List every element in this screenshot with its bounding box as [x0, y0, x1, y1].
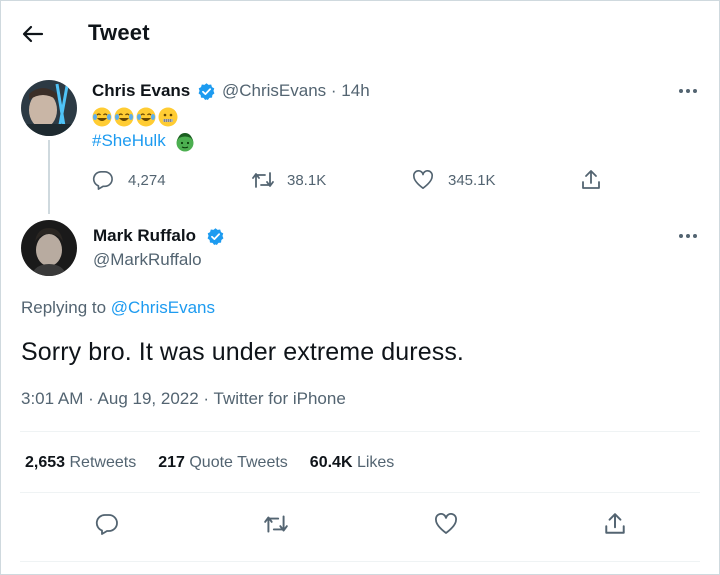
divider — [20, 431, 700, 432]
separator-dot: · — [83, 389, 98, 408]
reply-icon — [95, 514, 118, 535]
face-with-tears-of-joy-icon — [114, 107, 134, 127]
page-header: Tweet — [0, 0, 720, 68]
retweets-stat-label: Retweets — [69, 454, 137, 471]
face-with-tears-of-joy-icon — [136, 107, 156, 127]
retweet-action[interactable]: 38.1K — [251, 170, 326, 190]
more-dot — [679, 234, 683, 238]
author-name[interactable]: Mark Ruffalo — [93, 226, 196, 246]
tweet-timestamp-date[interactable]: Aug 19, 2022 — [98, 389, 199, 408]
emoji-row — [92, 107, 178, 127]
retweets-stat-count: 2,653 — [25, 454, 66, 471]
replying-to-label: Replying to — [21, 298, 107, 317]
likes-stat-label: Likes — [356, 454, 395, 471]
reply-button[interactable] — [93, 510, 121, 538]
zipper-mouth-face-icon — [158, 107, 178, 127]
tweet-text: Sorry bro. It was under extreme duress. — [21, 338, 464, 366]
replying-to-context: Replying to @ChrisEvans — [21, 298, 215, 318]
more-dot — [686, 89, 690, 93]
likes-stat-count: 60.4K — [309, 454, 353, 471]
separator-dot: · — [198, 389, 214, 408]
divider — [20, 492, 700, 493]
retweets-stat[interactable]: 2,653 Retweets — [25, 454, 136, 472]
retweet-icon — [264, 515, 288, 533]
author-handle[interactable]: @MarkRuffalo — [93, 250, 202, 270]
thread-connector-line — [48, 140, 50, 214]
avatar-chris-evans[interactable] — [21, 80, 77, 136]
she-hulk-emoji-icon — [176, 133, 194, 152]
engagement-stats: 2,653 Retweets 217 Quote Tweets 60.4K Li… — [25, 454, 416, 472]
arrow-left-icon — [22, 25, 44, 43]
author-name[interactable]: Chris Evans — [92, 81, 190, 101]
verified-badge-icon — [207, 228, 224, 246]
face-with-tears-of-joy-icon — [92, 107, 112, 127]
avatar-mark-ruffalo[interactable] — [21, 220, 77, 276]
author-handle-and-time[interactable]: @ChrisEvans · 14h — [222, 81, 370, 101]
more-dot — [693, 234, 697, 238]
author-handle[interactable]: @ChrisEvans — [222, 81, 326, 100]
retweet-button[interactable] — [262, 510, 290, 538]
more-options-button[interactable] — [676, 229, 700, 243]
reply-icon — [92, 170, 113, 190]
verified-badge-icon — [198, 83, 215, 101]
tweet-metadata: 3:01 AM · Aug 19, 2022 · Twitter for iPh… — [21, 389, 346, 409]
retweet-count: 38.1K — [287, 171, 327, 189]
share-icon — [582, 170, 600, 189]
share-icon — [605, 513, 625, 534]
like-button[interactable] — [432, 510, 460, 538]
quote-tweets-stat-label: Quote Tweets — [189, 454, 288, 471]
likes-stat[interactable]: 60.4K Likes — [310, 454, 395, 472]
tweet-timestamp-time[interactable]: 3:01 AM — [21, 389, 83, 408]
share-button[interactable] — [601, 510, 629, 538]
tweet-source[interactable]: Twitter for iPhone — [214, 389, 346, 408]
more-dot — [679, 89, 683, 93]
replying-to-mention[interactable]: @ChrisEvans — [111, 298, 215, 317]
divider — [20, 561, 700, 562]
hashtag-link[interactable]: #SheHulk — [92, 131, 166, 151]
retweet-icon — [252, 172, 274, 188]
more-dot — [693, 89, 697, 93]
heart-icon — [435, 513, 457, 534]
more-options-button[interactable] — [676, 84, 700, 98]
reply-count: 4,274 — [128, 171, 166, 189]
back-button[interactable] — [18, 20, 48, 48]
like-count: 345.1K — [448, 171, 496, 189]
quote-tweets-stat-count: 217 — [158, 454, 185, 471]
more-dot — [686, 234, 690, 238]
heart-icon — [413, 170, 433, 189]
page-title: Tweet — [88, 20, 150, 45]
separator-dot: · — [326, 81, 342, 100]
reply-action[interactable]: 4,274 — [92, 170, 166, 190]
share-action[interactable] — [580, 169, 602, 191]
quote-tweets-stat[interactable]: 217 Quote Tweets — [158, 454, 288, 472]
like-action[interactable]: 345.1K — [412, 170, 496, 190]
tweet-time[interactable]: 14h — [341, 81, 369, 100]
